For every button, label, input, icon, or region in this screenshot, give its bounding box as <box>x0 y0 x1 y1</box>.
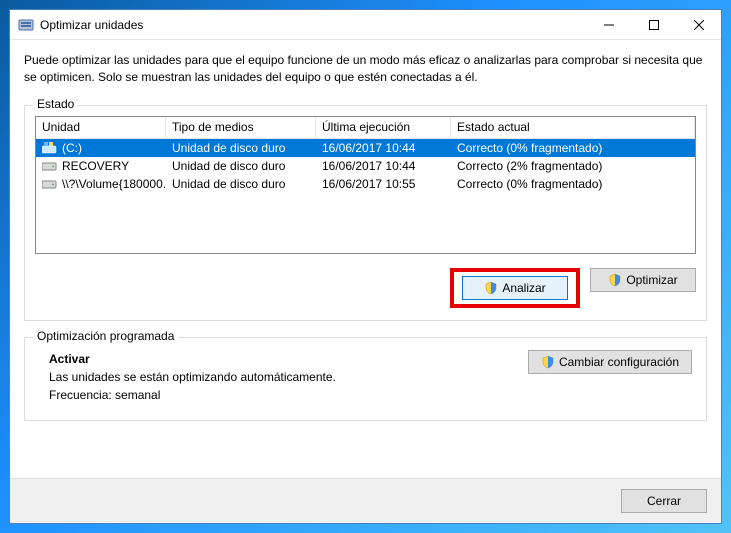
status-buttons: Analizar Optimizar <box>35 268 696 308</box>
table-row[interactable]: (C:) Unidad de disco duro 16/06/2017 10:… <box>36 139 695 157</box>
optimize-label: Optimizar <box>626 273 677 287</box>
maximize-button[interactable] <box>631 10 676 39</box>
col-state[interactable]: Estado actual <box>451 117 695 139</box>
content-area: Puede optimizar las unidades para que el… <box>10 40 721 478</box>
status-legend: Estado <box>33 97 78 111</box>
table-row[interactable]: \\?\Volume{180000... Unidad de disco dur… <box>36 175 695 193</box>
analyze-label: Analizar <box>502 281 545 295</box>
col-unit[interactable]: Unidad <box>36 117 166 139</box>
cell-unit: RECOVERY <box>62 159 129 173</box>
table-row[interactable]: RECOVERY Unidad de disco duro 16/06/2017… <box>36 157 695 175</box>
col-media[interactable]: Tipo de medios <box>166 117 316 139</box>
change-settings-button[interactable]: Cambiar configuración <box>528 350 692 374</box>
cell-media: Unidad de disco duro <box>166 139 316 157</box>
close-button[interactable] <box>676 10 721 39</box>
shield-icon <box>608 273 622 287</box>
window-title: Optimizar unidades <box>40 18 586 32</box>
cell-last: 16/06/2017 10:44 <box>316 139 451 157</box>
schedule-legend: Optimización programada <box>33 329 178 343</box>
analyze-highlight: Analizar <box>450 268 580 308</box>
hdd-icon <box>42 160 58 172</box>
cell-media: Unidad de disco duro <box>166 157 316 175</box>
schedule-block: Cambiar configuración Activar Las unidad… <box>35 348 696 408</box>
system-drive-icon <box>42 142 58 154</box>
cell-unit: \\?\Volume{180000... <box>62 177 166 191</box>
schedule-line2: Frecuencia: semanal <box>49 388 692 402</box>
cell-last: 16/06/2017 10:44 <box>316 157 451 175</box>
cell-state: Correcto (0% fragmentado) <box>451 175 695 193</box>
status-group: Estado Unidad Tipo de medios Última ejec… <box>24 105 707 321</box>
cell-state: Correcto (2% fragmentado) <box>451 157 695 175</box>
shield-icon <box>541 355 555 369</box>
cell-state: Correcto (0% fragmentado) <box>451 139 695 157</box>
hdd-icon <box>42 178 58 190</box>
window-controls <box>586 10 721 39</box>
cell-media: Unidad de disco duro <box>166 175 316 193</box>
minimize-button[interactable] <box>586 10 631 39</box>
drives-list[interactable]: Unidad Tipo de medios Última ejecución E… <box>35 116 696 254</box>
change-settings-label: Cambiar configuración <box>559 355 679 369</box>
shield-icon <box>484 281 498 295</box>
cell-unit: (C:) <box>62 141 82 155</box>
intro-text: Puede optimizar las unidades para que el… <box>24 52 707 87</box>
list-header: Unidad Tipo de medios Última ejecución E… <box>36 117 695 139</box>
analyze-button[interactable]: Analizar <box>462 276 568 300</box>
schedule-group: Optimización programada Cambiar configur… <box>24 337 707 421</box>
app-icon <box>18 17 34 33</box>
col-last[interactable]: Última ejecución <box>316 117 451 139</box>
optimize-drives-window: Optimizar unidades Puede optimizar las u… <box>9 9 722 524</box>
titlebar: Optimizar unidades <box>10 10 721 40</box>
close-dialog-button[interactable]: Cerrar <box>621 489 707 513</box>
close-label: Cerrar <box>647 494 681 508</box>
footer: Cerrar <box>10 478 721 523</box>
optimize-button[interactable]: Optimizar <box>590 268 696 292</box>
list-body: (C:) Unidad de disco duro 16/06/2017 10:… <box>36 139 695 193</box>
cell-last: 16/06/2017 10:55 <box>316 175 451 193</box>
